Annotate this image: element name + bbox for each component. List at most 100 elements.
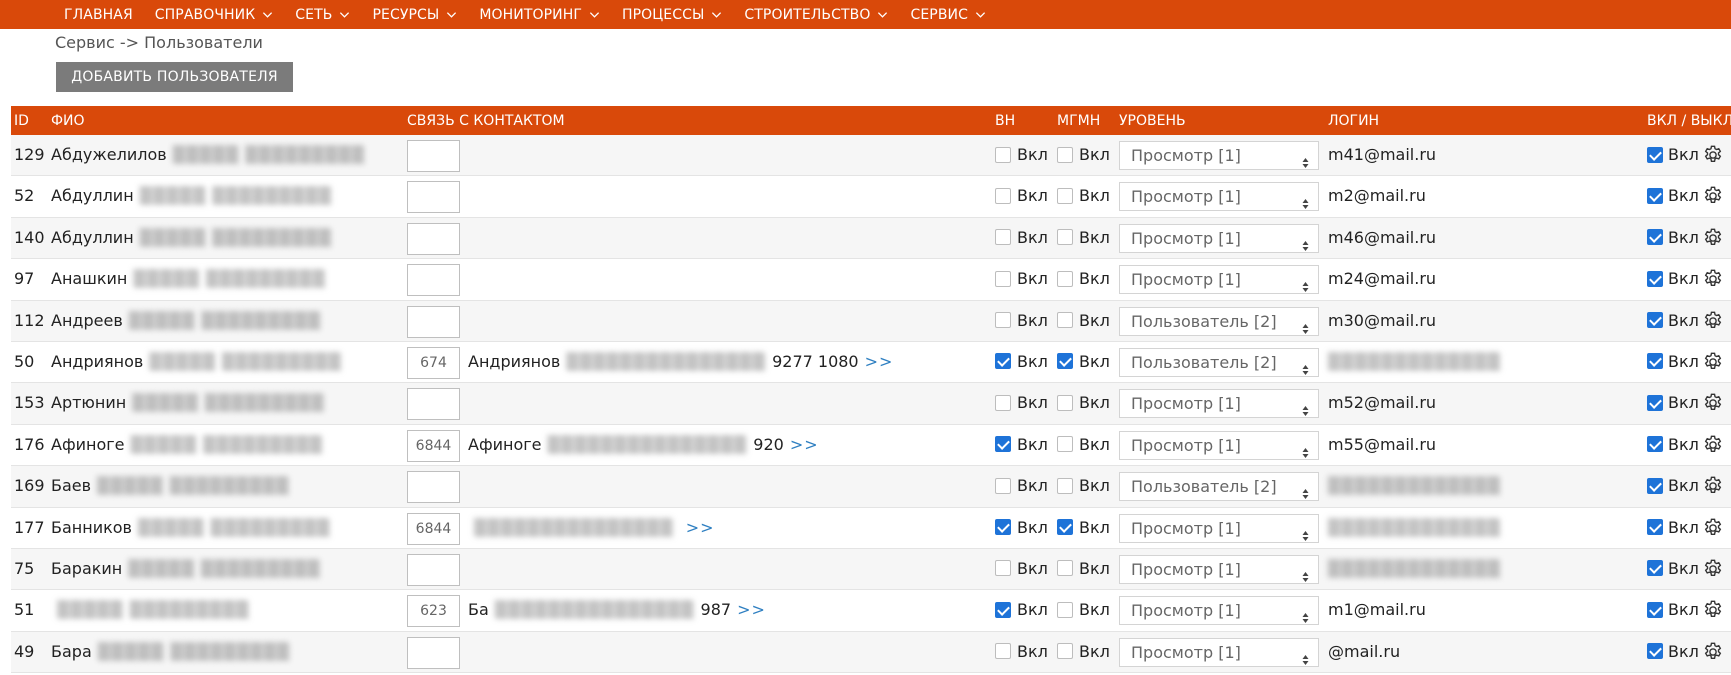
enabled-label: Вкл: [1668, 641, 1699, 661]
mgmn-checkbox[interactable]: [1057, 601, 1073, 618]
gear-icon[interactable]: [1702, 268, 1724, 290]
mgmn-checkbox[interactable]: [1057, 477, 1073, 494]
enabled-checkbox[interactable]: [1647, 560, 1663, 577]
mgmn-checkbox[interactable]: [1057, 394, 1073, 411]
enabled-checkbox[interactable]: [1647, 270, 1663, 287]
contact-id-field[interactable]: [407, 264, 460, 297]
vn-checkbox[interactable]: [995, 601, 1011, 618]
enabled-checkbox[interactable]: [1647, 601, 1663, 618]
contact-id-field[interactable]: [407, 471, 460, 504]
nav-item-processes[interactable]: ПРОЦЕССЫ: [622, 7, 722, 23]
nav-item-directory[interactable]: СПРАВОЧНИК: [155, 7, 273, 23]
vn-checkbox[interactable]: [995, 146, 1011, 163]
contact-more-link[interactable]: >>: [865, 352, 894, 371]
vn-checkbox[interactable]: [995, 643, 1011, 660]
nav-item-main[interactable]: ГЛАВНАЯ: [64, 7, 133, 23]
level-select[interactable]: Просмотр [1]: [1119, 265, 1319, 295]
level-value: Просмотр [1]: [1131, 601, 1241, 621]
mgmn-checkbox[interactable]: [1057, 187, 1073, 204]
mgmn-checkbox[interactable]: [1057, 519, 1073, 536]
mgmn-checkbox[interactable]: [1057, 353, 1073, 370]
vn-checkbox[interactable]: [995, 270, 1011, 287]
enabled-checkbox[interactable]: [1647, 312, 1663, 329]
nav-item-construction[interactable]: СТРОИТЕЛЬСТВО: [744, 7, 888, 23]
gear-icon[interactable]: [1702, 144, 1724, 166]
mgmn-checkbox[interactable]: [1057, 270, 1073, 287]
vn-checkbox[interactable]: [995, 477, 1011, 494]
contact-id-field[interactable]: 6844: [407, 429, 460, 462]
level-select[interactable]: Просмотр [1]: [1119, 513, 1319, 543]
table-row: 49 Бара ▒▒▒▒▒ ▒▒▒▒▒▒▒▒▒ Вкл Вкл Просмотр [1]…: [11, 631, 1731, 674]
contact-id-field[interactable]: [407, 140, 460, 172]
level-select[interactable]: Просмотр [1]: [1119, 141, 1319, 170]
gear-icon[interactable]: [1702, 517, 1724, 539]
nav-item-resources[interactable]: РЕСУРСЫ: [372, 7, 457, 23]
mgmn-checkbox[interactable]: [1057, 560, 1073, 577]
contact-id-field[interactable]: 623: [407, 595, 460, 628]
level-select[interactable]: Пользователь [2]: [1119, 306, 1319, 336]
enabled-checkbox[interactable]: [1647, 353, 1663, 370]
enabled-checkbox[interactable]: [1647, 187, 1663, 204]
level-select[interactable]: Просмотр [1]: [1119, 554, 1319, 584]
contact-more-link[interactable]: >>: [737, 600, 766, 619]
add-user-button[interactable]: ДОБАВИТЬ ПОЛЬЗОВАТЕЛЯ: [56, 62, 293, 92]
gear-icon[interactable]: [1702, 641, 1724, 663]
contact-more-link[interactable]: >>: [790, 435, 819, 454]
level-select[interactable]: Просмотр [1]: [1119, 223, 1319, 253]
vn-label: Вкл: [1017, 186, 1048, 206]
enabled-checkbox[interactable]: [1647, 643, 1663, 660]
level-select[interactable]: Просмотр [1]: [1119, 637, 1319, 667]
enabled-checkbox[interactable]: [1647, 477, 1663, 494]
contact-id-field[interactable]: 6844: [407, 512, 460, 545]
vn-checkbox[interactable]: [995, 519, 1011, 536]
enabled-checkbox[interactable]: [1647, 519, 1663, 536]
contact-id-field[interactable]: [407, 305, 460, 338]
gear-icon[interactable]: [1702, 558, 1724, 580]
gear-icon[interactable]: [1702, 434, 1724, 456]
mgmn-checkbox[interactable]: [1057, 229, 1073, 246]
enabled-checkbox[interactable]: [1647, 229, 1663, 246]
contact-id-field[interactable]: [407, 222, 460, 255]
enabled-label: Вкл: [1668, 558, 1699, 578]
login-value: m52@mail.ru: [1328, 393, 1437, 413]
gear-icon[interactable]: [1702, 392, 1724, 414]
enabled-checkbox[interactable]: [1647, 394, 1663, 411]
vn-checkbox[interactable]: [995, 560, 1011, 577]
vn-checkbox[interactable]: [995, 394, 1011, 411]
gear-icon[interactable]: [1702, 310, 1724, 332]
mgmn-checkbox[interactable]: [1057, 643, 1073, 660]
nav-item-network[interactable]: СЕТЬ: [295, 7, 350, 23]
level-select[interactable]: Просмотр [1]: [1119, 182, 1319, 212]
contact-more-link[interactable]: >>: [686, 518, 715, 537]
vn-checkbox[interactable]: [995, 187, 1011, 204]
enabled-checkbox[interactable]: [1647, 146, 1663, 163]
vn-checkbox[interactable]: [995, 229, 1011, 246]
mgmn-checkbox[interactable]: [1057, 436, 1073, 453]
nav-item-service[interactable]: СЕРВИС: [910, 7, 986, 23]
cell-enabled: Вкл: [1647, 600, 1699, 619]
mgmn-checkbox[interactable]: [1057, 146, 1073, 163]
contact-id-field[interactable]: [407, 553, 460, 586]
contact-id-field[interactable]: [407, 388, 460, 421]
level-select[interactable]: Просмотр [1]: [1119, 389, 1319, 419]
gear-icon[interactable]: [1702, 185, 1724, 207]
vn-checkbox[interactable]: [995, 436, 1011, 453]
level-select[interactable]: Пользователь [2]: [1119, 472, 1319, 502]
level-select[interactable]: Пользователь [2]: [1119, 347, 1319, 377]
vn-checkbox[interactable]: [995, 353, 1011, 370]
contact-id-field[interactable]: 674: [407, 346, 460, 379]
gear-icon[interactable]: [1702, 351, 1724, 373]
contact-id-field[interactable]: [407, 636, 460, 669]
enabled-checkbox[interactable]: [1647, 436, 1663, 453]
level-select[interactable]: Просмотр [1]: [1119, 430, 1319, 460]
contact-id-field[interactable]: [407, 181, 460, 214]
gear-icon[interactable]: [1702, 599, 1724, 621]
gear-icon[interactable]: [1702, 475, 1724, 497]
nav-item-monitoring[interactable]: МОНИТОРИНГ: [479, 7, 600, 23]
vn-checkbox[interactable]: [995, 312, 1011, 329]
mgmn-checkbox[interactable]: [1057, 312, 1073, 329]
level-select[interactable]: Просмотр [1]: [1119, 596, 1319, 626]
cell-login: ▒▒▒▒▒▒▒▒▒▒▒▒▒: [1328, 518, 1501, 537]
cell-mgmn: Вкл: [1057, 435, 1110, 454]
gear-icon[interactable]: [1702, 227, 1724, 249]
